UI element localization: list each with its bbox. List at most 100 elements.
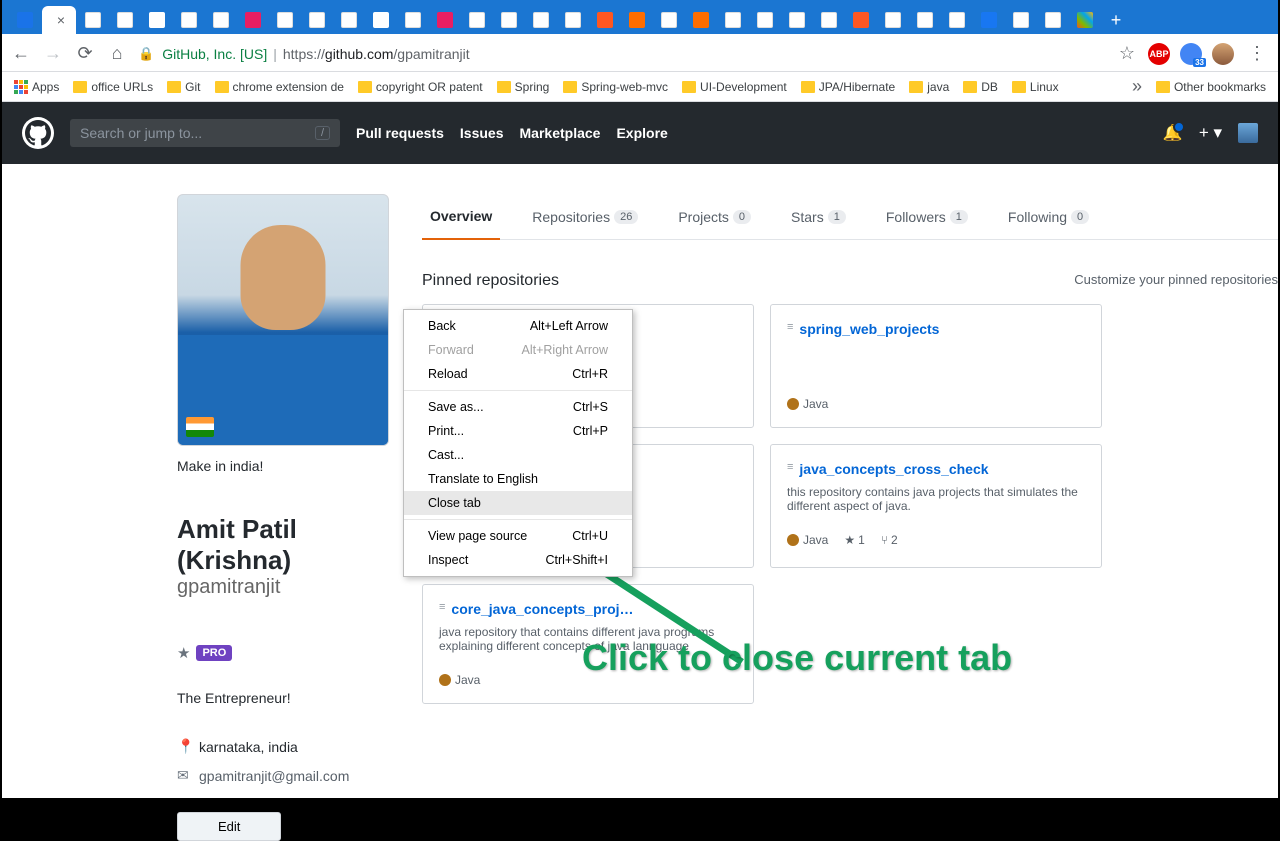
browser-tab[interactable] xyxy=(10,6,40,34)
nav-explore[interactable]: Explore xyxy=(616,125,667,141)
browser-tab[interactable] xyxy=(686,6,716,34)
tab-stars[interactable]: Stars1 xyxy=(783,194,854,239)
browser-tab[interactable] xyxy=(142,6,172,34)
ctx-print[interactable]: Print...Ctrl+P xyxy=(404,419,632,443)
close-tab-icon[interactable]: × xyxy=(57,12,65,28)
menu-kebab-icon[interactable]: ⋮ xyxy=(1244,43,1270,64)
bookmark-folder[interactable]: UI-Development xyxy=(682,80,787,94)
slash-hint: / xyxy=(315,126,330,140)
github-search[interactable]: Search or jump to.../ xyxy=(70,119,340,147)
browser-tab[interactable] xyxy=(430,6,460,34)
browser-tab[interactable] xyxy=(206,6,236,34)
browser-tab[interactable] xyxy=(366,6,396,34)
bookmark-folder[interactable]: DB xyxy=(963,80,998,94)
drag-handle-icon[interactable]: ≡ xyxy=(439,601,445,617)
browser-tab[interactable] xyxy=(878,6,908,34)
browser-tab[interactable] xyxy=(526,6,556,34)
drag-handle-icon[interactable]: ≡ xyxy=(787,461,793,477)
bookmark-folder[interactable]: JPA/Hibernate xyxy=(801,80,895,94)
browser-tab[interactable] xyxy=(1006,6,1036,34)
create-menu[interactable]: + ▾ xyxy=(1199,123,1222,143)
home-button[interactable]: ⌂ xyxy=(106,43,128,65)
abp-extension-icon[interactable]: ABP xyxy=(1148,43,1170,65)
notification-bell-icon[interactable]: 🔔 xyxy=(1163,123,1183,143)
nav-pull-requests[interactable]: Pull requests xyxy=(356,125,444,141)
browser-tab[interactable] xyxy=(750,6,780,34)
ctx-reload[interactable]: ReloadCtrl+R xyxy=(404,362,632,386)
browser-tab[interactable] xyxy=(622,6,652,34)
drag-handle-icon[interactable]: ≡ xyxy=(787,321,793,337)
browser-tab[interactable] xyxy=(910,6,940,34)
bookmark-folder[interactable]: Spring xyxy=(497,80,550,94)
browser-tab[interactable] xyxy=(558,6,588,34)
bookmark-folder[interactable]: Git xyxy=(167,80,200,94)
pinned-repo[interactable]: ≡spring_web_projects Java xyxy=(770,304,1102,428)
ctx-inspect[interactable]: InspectCtrl+Shift+I xyxy=(404,548,632,572)
browser-tab[interactable] xyxy=(302,6,332,34)
bookmark-folder[interactable]: office URLs xyxy=(73,80,153,94)
nav-marketplace[interactable]: Marketplace xyxy=(520,125,601,141)
favicon xyxy=(1013,12,1029,28)
browser-tab[interactable] xyxy=(78,6,108,34)
ctx-translate[interactable]: Translate to English xyxy=(404,467,632,491)
new-tab-button[interactable]: + xyxy=(1102,6,1130,34)
email-link[interactable]: gpamitranjit@gmail.com xyxy=(199,768,349,784)
reload-button[interactable]: ⟳ xyxy=(74,43,96,65)
bookmark-folder[interactable]: chrome extension de xyxy=(215,80,344,94)
tab-projects[interactable]: Projects0 xyxy=(670,194,759,239)
browser-tab[interactable] xyxy=(974,6,1004,34)
bookmark-star-icon[interactable]: ☆ xyxy=(1116,43,1138,65)
other-bookmarks[interactable]: Other bookmarks xyxy=(1156,80,1266,94)
pinned-repo[interactable]: ≡java_concepts_cross_check this reposito… xyxy=(770,444,1102,568)
edit-profile-button[interactable]: Edit xyxy=(177,812,281,841)
bookmark-folder[interactable]: Spring-web-mvc xyxy=(563,80,668,94)
browser-tab[interactable] xyxy=(270,6,300,34)
browser-tab[interactable] xyxy=(846,6,876,34)
user-avatar[interactable] xyxy=(1238,123,1258,143)
ctx-back[interactable]: BackAlt+Left Arrow xyxy=(404,314,632,338)
browser-tab[interactable] xyxy=(782,6,812,34)
profile-avatar-icon[interactable] xyxy=(1212,43,1234,65)
ctx-save-as[interactable]: Save as...Ctrl+S xyxy=(404,395,632,419)
browser-tab[interactable] xyxy=(1038,6,1068,34)
favicon xyxy=(821,12,837,28)
omnibox[interactable]: 🔒 GitHub, Inc. [US] | https://github.com… xyxy=(138,40,1106,68)
favicon xyxy=(469,12,485,28)
github-logo-icon[interactable] xyxy=(22,117,54,149)
browser-tab[interactable] xyxy=(942,6,972,34)
bookmark-folder[interactable]: java xyxy=(909,80,949,94)
browser-tab[interactable] xyxy=(1070,6,1100,34)
browser-tab[interactable] xyxy=(590,6,620,34)
bookmarks-overflow[interactable]: » xyxy=(1132,76,1142,97)
apps-button[interactable]: Apps xyxy=(14,80,59,94)
nav-issues[interactable]: Issues xyxy=(460,125,504,141)
forward-button[interactable]: → xyxy=(42,43,64,65)
tab-repositories[interactable]: Repositories26 xyxy=(524,194,646,239)
tab-overview[interactable]: Overview xyxy=(422,194,500,240)
browser-tab[interactable] xyxy=(814,6,844,34)
favicon xyxy=(565,12,581,28)
browser-tab[interactable] xyxy=(238,6,268,34)
browser-tab[interactable] xyxy=(654,6,684,34)
customize-pinned-link[interactable]: Customize your pinned repositories xyxy=(1074,272,1278,290)
bookmark-folder[interactable]: copyright OR patent xyxy=(358,80,483,94)
ctx-close-tab[interactable]: Close tab xyxy=(404,491,632,515)
browser-tab[interactable] xyxy=(718,6,748,34)
profile-picture[interactable] xyxy=(177,194,389,446)
favicon xyxy=(309,12,325,28)
ctx-view-source[interactable]: View page sourceCtrl+U xyxy=(404,524,632,548)
back-button[interactable]: ← xyxy=(10,43,32,65)
tab-followers[interactable]: Followers1 xyxy=(878,194,976,239)
browser-tab[interactable] xyxy=(174,6,204,34)
ctx-cast[interactable]: Cast... xyxy=(404,443,632,467)
browser-tab[interactable] xyxy=(398,6,428,34)
folder-icon xyxy=(801,81,815,93)
browser-tab[interactable] xyxy=(110,6,140,34)
browser-tab[interactable] xyxy=(494,6,524,34)
browser-tab-active[interactable]: × xyxy=(42,6,76,34)
browser-tab[interactable] xyxy=(462,6,492,34)
bookmark-folder[interactable]: Linux xyxy=(1012,80,1059,94)
translate-extension-icon[interactable] xyxy=(1180,43,1202,65)
tab-following[interactable]: Following0 xyxy=(1000,194,1097,239)
browser-tab[interactable] xyxy=(334,6,364,34)
